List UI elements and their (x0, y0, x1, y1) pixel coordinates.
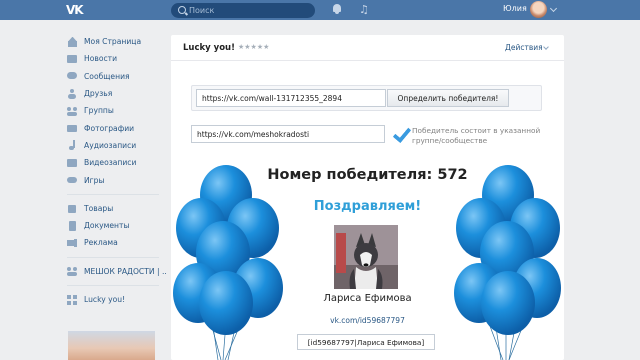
sidebar-item[interactable]: Реклама (62, 234, 170, 251)
groups-icon (67, 106, 78, 116)
sidebar-item[interactable]: Видеозаписи (62, 154, 170, 171)
sidebar-photo-thumbnail[interactable] (68, 331, 155, 360)
sidebar-item-label: Фотографии (84, 123, 135, 133)
winner-name: Лариса Ефимова (323, 293, 412, 304)
husky-dog-photo (334, 225, 398, 289)
messages-icon (67, 71, 78, 81)
sidebar-item[interactable]: Новости (62, 50, 170, 67)
goods-icon (67, 203, 78, 214)
news-icon (67, 54, 78, 64)
right-balloons-decoration (454, 165, 561, 360)
documents-icon (67, 220, 78, 231)
sidebar: Моя Страница Новости Сообщения Друзья Группы… (62, 33, 170, 308)
search-box[interactable] (171, 3, 315, 18)
sidebar-divider (67, 256, 159, 258)
sidebar-item[interactable]: МЕШОК РАДОСТИ | .. (62, 263, 170, 280)
video-icon (67, 158, 78, 168)
sidebar-item-label: Реклама (84, 238, 118, 248)
sidebar-item-label: Группы (84, 106, 114, 116)
sidebar-item[interactable]: Lucky you! (62, 291, 170, 308)
sidebar-item-label: Товары (84, 203, 114, 213)
sidebar-item-label: Сообщения (84, 71, 130, 81)
vk-logo[interactable]: VK (66, 3, 86, 17)
sidebar-divider (67, 284, 159, 286)
winner-profile-link[interactable]: vk.com/id59687797 (171, 316, 564, 325)
sidebar-item-label: Документы (84, 221, 130, 231)
sidebar-item[interactable]: Фотографии (62, 119, 170, 136)
sidebar-item[interactable]: Аудиозаписи (62, 137, 170, 154)
sidebar-item-label: Друзья (84, 89, 113, 99)
sidebar-item-label: МЕШОК РАДОСТИ | .. (84, 266, 167, 276)
apps-icon (67, 294, 78, 305)
congrats-heading: Поздравляем! (313, 199, 422, 214)
chevron-down-icon[interactable] (549, 4, 558, 13)
sidebar-item[interactable]: Документы (62, 217, 170, 234)
ads-icon (67, 238, 78, 248)
sidebar-item[interactable]: Моя Страница (62, 33, 170, 50)
search-icon (178, 6, 186, 14)
user-avatar[interactable] (530, 1, 547, 18)
home-icon (67, 36, 78, 47)
sidebar-item-label: Моя Страница (84, 37, 142, 47)
search-input[interactable] (189, 4, 309, 17)
winner-number: Номер победителя: 572 (267, 167, 468, 183)
friends-icon (67, 88, 78, 99)
sidebar-item[interactable]: Игры (62, 171, 170, 188)
winner-avatar[interactable] (334, 225, 398, 289)
top-header: VK ♫ Юлия (0, 0, 640, 20)
user-name[interactable]: Юлия (503, 4, 527, 13)
camera-icon (67, 123, 78, 133)
sidebar-item-label: Lucky you! (84, 295, 126, 304)
games-icon (67, 175, 78, 185)
bell-icon[interactable] (332, 4, 342, 15)
sidebar-item[interactable]: Сообщения (62, 68, 170, 85)
sidebar-item[interactable]: Группы (62, 102, 170, 119)
sidebar-item-label: Игры (84, 175, 105, 185)
sidebar-divider (67, 193, 159, 195)
music-note-icon[interactable]: ♫ (359, 3, 371, 16)
sidebar-item-label: Новости (84, 54, 118, 64)
community-icon (67, 266, 78, 277)
app-card: Lucky you! ★★★★★ Действия https://vk.com… (171, 35, 564, 360)
sidebar-item[interactable]: Товары (62, 200, 170, 217)
sidebar-item[interactable]: Друзья (62, 85, 170, 102)
left-balloons-decoration (173, 165, 283, 360)
sidebar-item-label: Видеозаписи (84, 158, 137, 168)
music-icon (67, 140, 78, 151)
checkmark-icon[interactable] (392, 125, 408, 141)
winner-id-field[interactable]: [id59687797|Лариса Ефимова] (297, 334, 435, 350)
sidebar-item-label: Аудиозаписи (84, 140, 137, 150)
